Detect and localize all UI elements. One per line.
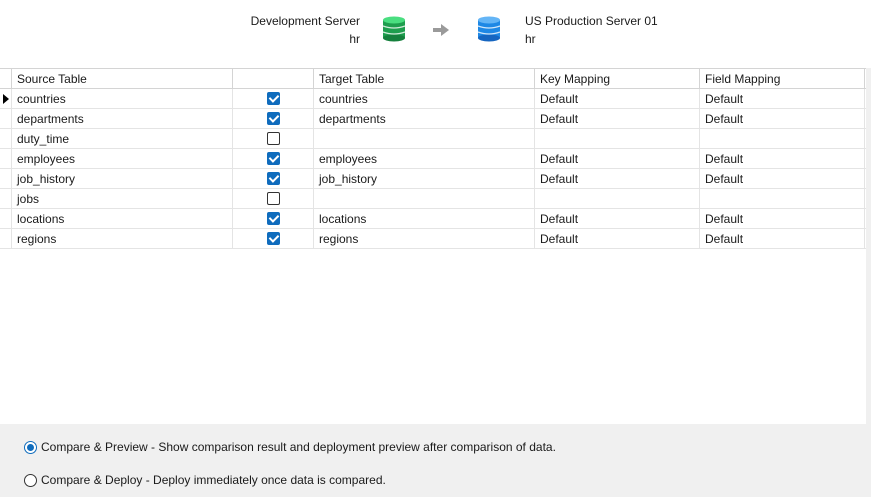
row-indicator — [0, 109, 12, 129]
source-table-cell[interactable]: departments — [12, 109, 233, 129]
database-blue-icon — [477, 16, 501, 42]
key-mapping-cell[interactable]: Default — [535, 149, 700, 169]
include-checkbox[interactable] — [267, 112, 280, 125]
server-header: Development Server hr US Production Serv… — [0, 0, 871, 68]
include-checkbox[interactable] — [267, 152, 280, 165]
row-indicator-header — [0, 69, 12, 89]
key-mapping-cell[interactable]: Default — [535, 109, 700, 129]
source-table-cell[interactable]: regions — [12, 229, 233, 249]
row-indicator — [0, 209, 12, 229]
include-checkbox[interactable] — [267, 192, 280, 205]
row-indicator — [0, 229, 12, 249]
grid-body: countries countries Default Default departme… — [0, 89, 866, 249]
source-table-cell[interactable]: locations — [12, 209, 233, 229]
source-table-cell[interactable]: job_history — [12, 169, 233, 189]
target-table-cell[interactable]: regions — [314, 229, 535, 249]
field-mapping-cell[interactable]: Default — [700, 89, 865, 109]
field-mapping-cell[interactable]: Default — [700, 209, 865, 229]
include-checkbox[interactable] — [267, 172, 280, 185]
include-cell — [233, 209, 314, 229]
key-mapping-cell[interactable]: Default — [535, 209, 700, 229]
field-mapping-cell[interactable]: Default — [700, 109, 865, 129]
key-mapping-cell[interactable]: Default — [535, 229, 700, 249]
target-table-cell[interactable]: countries — [314, 89, 535, 109]
field-mapping-cell[interactable]: Default — [700, 169, 865, 189]
source-database-name: hr — [349, 32, 360, 46]
database-green-icon — [382, 16, 406, 42]
row-indicator — [0, 169, 12, 189]
grid-edge — [866, 68, 871, 424]
row-indicator — [0, 129, 12, 149]
key-mapping-cell[interactable]: Default — [535, 169, 700, 189]
column-header-include[interactable] — [233, 69, 314, 89]
target-table-cell[interactable] — [314, 129, 535, 149]
table-row[interactable]: jobs — [0, 189, 866, 209]
include-cell — [233, 129, 314, 149]
compare-deploy-radio[interactable] — [24, 473, 37, 487]
row-indicator — [0, 89, 12, 109]
compare-preview-radio[interactable] — [24, 440, 37, 454]
key-mapping-cell[interactable] — [535, 189, 700, 209]
table-row[interactable]: job_history job_history Default Default — [0, 169, 866, 189]
include-checkbox[interactable] — [267, 92, 280, 105]
compare-preview-label[interactable]: Compare & Preview - Show comparison resu… — [41, 438, 556, 456]
include-cell — [233, 169, 314, 189]
table-mapping-grid: Source Table Target Table Key Mapping Fi… — [0, 68, 866, 249]
target-server-name: US Production Server 01 — [525, 14, 658, 28]
field-mapping-cell[interactable] — [700, 129, 865, 149]
target-table-cell[interactable]: job_history — [314, 169, 535, 189]
include-cell — [233, 109, 314, 129]
table-row[interactable]: duty_time — [0, 129, 866, 149]
key-mapping-cell[interactable]: Default — [535, 89, 700, 109]
target-server-info: US Production Server 01 hr — [525, 12, 658, 48]
arrow-right-icon — [433, 24, 449, 36]
source-table-cell[interactable]: jobs — [12, 189, 233, 209]
include-cell — [233, 189, 314, 209]
include-checkbox[interactable] — [267, 232, 280, 245]
source-table-cell[interactable]: countries — [12, 89, 233, 109]
row-indicator — [0, 149, 12, 169]
grid-header-row: Source Table Target Table Key Mapping Fi… — [0, 69, 866, 89]
source-table-cell[interactable]: duty_time — [12, 129, 233, 149]
include-checkbox[interactable] — [267, 212, 280, 225]
column-header-target-table[interactable]: Target Table — [314, 69, 535, 89]
source-table-cell[interactable]: employees — [12, 149, 233, 169]
include-checkbox[interactable] — [267, 132, 280, 145]
column-header-field-mapping[interactable]: Field Mapping — [700, 69, 865, 89]
target-table-cell[interactable]: locations — [314, 209, 535, 229]
compare-deploy-label[interactable]: Compare & Deploy - Deploy immediately on… — [41, 471, 386, 489]
column-header-source-table[interactable]: Source Table — [12, 69, 233, 89]
target-table-cell[interactable] — [314, 189, 535, 209]
table-row[interactable]: regions regions Default Default — [0, 229, 866, 249]
include-cell — [233, 89, 314, 109]
table-row[interactable]: locations locations Default Default — [0, 209, 866, 229]
target-table-cell[interactable]: departments — [314, 109, 535, 129]
key-mapping-cell[interactable] — [535, 129, 700, 149]
field-mapping-cell[interactable] — [700, 189, 865, 209]
compare-deploy-option[interactable]: Compare & Deploy - Deploy immediately on… — [24, 471, 386, 489]
include-cell — [233, 149, 314, 169]
row-indicator — [0, 189, 12, 209]
current-row-arrow-icon — [3, 94, 9, 104]
field-mapping-cell[interactable]: Default — [700, 229, 865, 249]
source-server-name: Development Server — [250, 14, 360, 28]
target-table-cell[interactable]: employees — [314, 149, 535, 169]
column-header-key-mapping[interactable]: Key Mapping — [535, 69, 700, 89]
target-database-name: hr — [525, 32, 536, 46]
table-row[interactable]: employees employees Default Default — [0, 149, 866, 169]
table-row[interactable]: departments departments Default Default — [0, 109, 866, 129]
include-cell — [233, 229, 314, 249]
field-mapping-cell[interactable]: Default — [700, 149, 865, 169]
table-row[interactable]: countries countries Default Default — [0, 89, 866, 109]
compare-preview-option[interactable]: Compare & Preview - Show comparison resu… — [24, 438, 556, 456]
source-server-info: Development Server hr — [251, 12, 360, 48]
